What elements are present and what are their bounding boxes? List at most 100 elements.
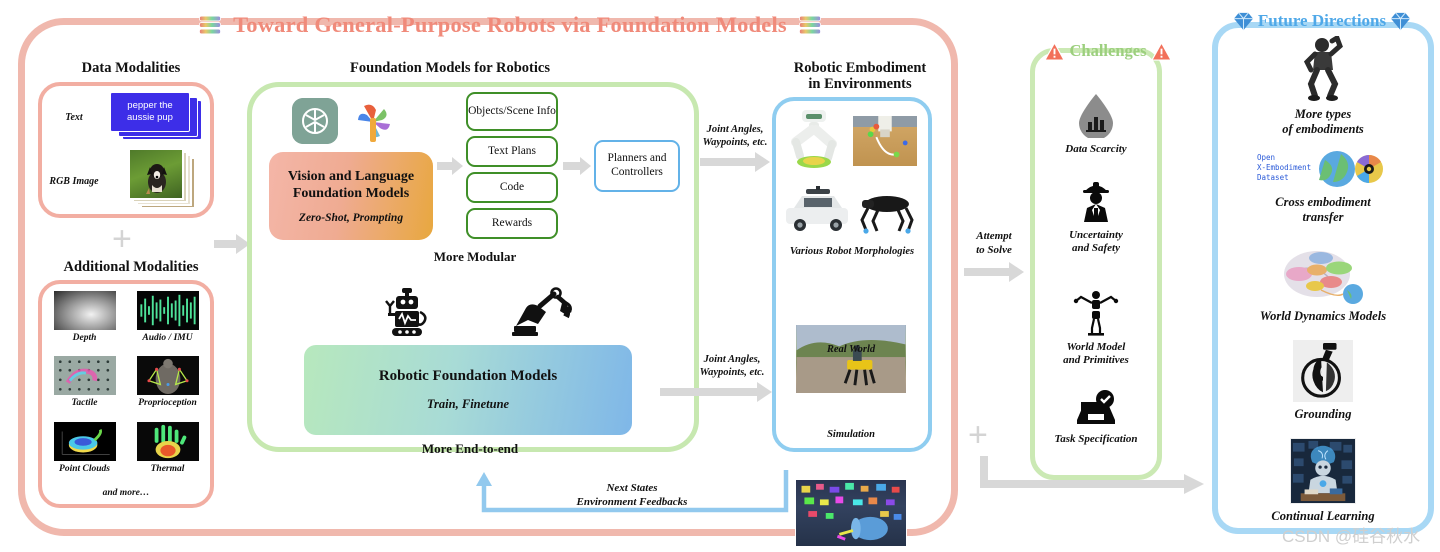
- arrow-attempt-to-solve: [964, 262, 1024, 282]
- puppy-photo: [146, 164, 167, 194]
- modality-caption: Depth: [72, 333, 97, 343]
- modalities-plus-sign: +: [112, 220, 132, 258]
- output-box-text-plans[interactable]: Text Plans: [466, 136, 558, 167]
- hand-globe-icon: [1293, 340, 1353, 402]
- attempt-line2: to Solve: [976, 243, 1012, 256]
- joint-angles-line2: Waypoints, etc.: [702, 136, 768, 148]
- audio-waveform-thumbnail: [135, 290, 200, 331]
- photo-stack-icon: [128, 148, 198, 210]
- diamond-icon: [1391, 12, 1411, 30]
- depth-map-thumbnail: [52, 290, 117, 331]
- future-directions-title: Future Directions: [1257, 11, 1387, 30]
- page-title-text: Toward General-Purpose Robots via Founda…: [233, 12, 787, 37]
- logo-text-line3: Dataset: [1257, 173, 1289, 182]
- additional-modalities-grid: Depth Audio / IMU Tactile Proprioception…: [50, 290, 202, 486]
- future-directions-header: Future Directions: [1222, 8, 1422, 34]
- watermark: CSDN @硅谷秋水: [1282, 526, 1421, 546]
- morphologies-label: Various Robot Morphologies: [789, 246, 915, 257]
- modality-caption: Point Clouds: [59, 463, 110, 474]
- spot-robot-outdoors-photo: [795, 324, 907, 394]
- output-box-rewards[interactable]: Rewards: [466, 208, 558, 239]
- tabletop-manipulation-photo: [852, 115, 918, 167]
- logo-text-line1: Open: [1257, 153, 1275, 162]
- future-item-cross-embodiment: Open X-Embodiment Dataset Cross embodime…: [1212, 148, 1434, 226]
- foundation-models-caption: Foundation Models for Robotics: [350, 60, 550, 76]
- open-x-embodiment-dataset-logo: Open X-Embodiment Dataset: [1257, 151, 1383, 187]
- books-icon: [798, 15, 821, 35]
- robot-icon: [385, 288, 427, 336]
- data-droplet-icon: [1079, 94, 1113, 138]
- joint-angles-line1: Joint Angles,: [703, 354, 761, 365]
- arrow-planners-to-embodiment: [700, 152, 770, 172]
- embodiment-caption-line1: Robotic Embodiment: [793, 60, 927, 76]
- flow-label-joint-angles-bottom: Joint Angles, Waypoints, etc.: [688, 354, 776, 379]
- simulation-label: Simulation: [827, 429, 875, 440]
- feedback-line1: Next States: [606, 482, 658, 494]
- modality-caption: Tactile: [71, 398, 98, 409]
- arrow-rfm-to-embodiment: [660, 382, 772, 402]
- challenge-caption: Task Specification: [1054, 433, 1138, 445]
- data-modalities-caption: Data Modalities: [81, 60, 181, 76]
- future-caption-line1: Cross embodiment: [1275, 195, 1371, 209]
- modality-caption: Audio / IMU: [142, 333, 193, 343]
- more-modular-label: More Modular: [433, 249, 517, 264]
- future-item-more-embodiments: More types of embodiments: [1212, 36, 1434, 138]
- modality-caption: Thermal: [150, 463, 185, 474]
- thermal-hand-thumbnail: [135, 420, 200, 462]
- output-box-code[interactable]: Code: [466, 172, 558, 203]
- challenge-item-world-model: World Model and Primitives: [1030, 288, 1162, 367]
- proprioception-skeleton-thumbnail: [135, 355, 200, 397]
- modality-cell-point-clouds: Point Clouds: [50, 420, 119, 486]
- embodiment-caption: Robotic Embodiment in Environments: [760, 60, 960, 92]
- humanoid-figure-icon: [1073, 291, 1119, 336]
- openai-logo: [292, 98, 338, 144]
- diamond-icon: [1233, 12, 1253, 30]
- diagram-canvas: Toward General-Purpose Robots via Founda…: [0, 0, 1440, 552]
- attempt-line1: Attempt: [976, 230, 1012, 242]
- modality-caption: Proprioception: [138, 398, 197, 409]
- autonomous-car-photo: [786, 186, 848, 231]
- planners-and-controllers-box[interactable]: Planners and Controllers: [594, 140, 680, 192]
- challenges-plus-sign: +: [968, 416, 988, 454]
- challenge-caption-line2: and Primitives: [1063, 354, 1129, 367]
- books-icon: [199, 15, 222, 35]
- challenge-item-data-scarcity: Data Scarcity: [1030, 92, 1162, 156]
- feedback-line2: Environment Feedbacks: [576, 496, 688, 509]
- warning-triangle-icon: [1150, 41, 1172, 61]
- quadruped-robot-photo: [860, 196, 914, 234]
- text-sample: pepper the aussie pup: [110, 92, 190, 132]
- future-item-grounding: Grounding: [1212, 340, 1434, 422]
- checked-tray-icon: [1077, 390, 1115, 424]
- challenge-caption: World Model and Primitives: [1063, 341, 1129, 367]
- modality-cell-tactile: Tactile: [50, 355, 119, 420]
- future-caption: World Dynamics Models: [1259, 309, 1387, 323]
- more-end-to-end-label: More End-to-end: [421, 441, 519, 456]
- challenge-item-uncertainty-safety: Uncertainty and Safety: [1030, 180, 1162, 255]
- attempt-to-solve-label: Attempt to Solve: [958, 230, 1030, 258]
- challenges-title: Challenges: [1069, 41, 1147, 60]
- rfm-subtitle: Train, Finetune: [426, 397, 510, 411]
- arrow-data-to-foundation: [214, 234, 250, 254]
- robotic-foundation-models-box[interactable]: Robotic Foundation Models Train, Finetun…: [304, 345, 632, 435]
- modality-label-text: Text: [65, 112, 83, 123]
- vlm-subtitle: Zero-Shot, Prompting: [298, 212, 404, 225]
- joint-angles-line1: Joint Angles,: [706, 124, 764, 135]
- future-caption: Cross embodiment transfer: [1275, 195, 1371, 226]
- modality-cell-depth: Depth: [50, 290, 119, 355]
- arrow-challenges-to-future: [980, 456, 1204, 494]
- future-caption-line2: transfer: [1302, 210, 1344, 225]
- challenges-header: Challenges: [1022, 38, 1194, 64]
- challenge-caption: Uncertainty and Safety: [1069, 229, 1123, 255]
- robotic-arm-icon: [512, 287, 572, 336]
- point-cloud-thumbnail: [52, 420, 117, 462]
- warning-triangle-icon: [1044, 41, 1066, 61]
- real-world-label: Real World: [826, 344, 876, 355]
- challenge-caption-line1: World Model: [1066, 341, 1126, 353]
- output-box-objects-scene-info[interactable]: Objects/Scene Info: [466, 92, 558, 131]
- vlm-title-line2: Foundation Models: [292, 186, 410, 201]
- tactile-sensor-thumbnail: [52, 355, 117, 397]
- vision-language-foundation-models-box[interactable]: Vision and Language Foundation Models Ze…: [269, 152, 433, 240]
- challenge-item-task-specification: Task Specification: [1030, 388, 1162, 446]
- robot-studying-photo: [1290, 438, 1356, 504]
- joint-angles-line2: Waypoints, etc.: [699, 366, 765, 378]
